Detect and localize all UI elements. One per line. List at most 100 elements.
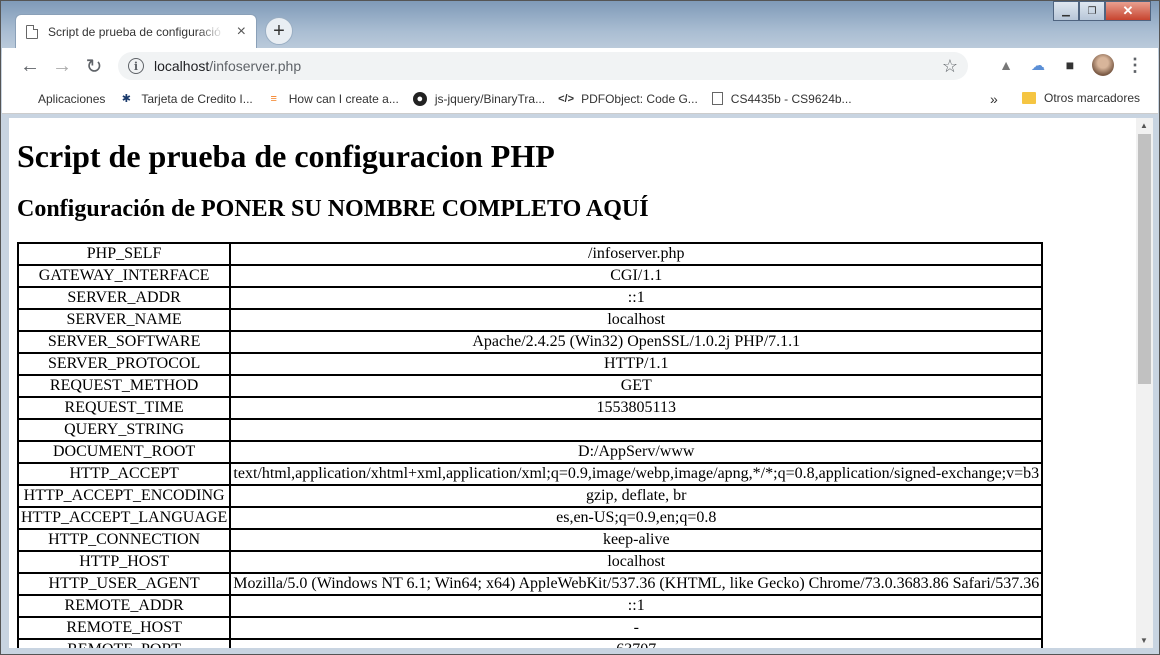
- stackoverflow-icon: ≡: [270, 92, 277, 105]
- bookmark-item-cs4435b[interactable]: CS4435b - CS9624b...: [711, 91, 852, 106]
- table-row: HTTP_ACCEPT_ENCODING gzip, deflate, br: [16, 484, 1044, 508]
- row-value: localhost: [229, 550, 1044, 574]
- table-row: REMOTE_ADDR::1: [16, 594, 1044, 618]
- row-value: text/html,application/xhtml+xml,applicat…: [229, 462, 1044, 486]
- row-value: gzip, deflate, br: [229, 484, 1044, 508]
- table-row: PHP_SELF/infoserver.php: [16, 242, 1044, 266]
- browser-window: Script de prueba de configuració × + ▁ ❐…: [0, 0, 1160, 655]
- vertical-scrollbar[interactable]: ▲ ▼: [1136, 118, 1153, 648]
- url-path: /infoserver.php: [209, 58, 302, 74]
- table-row: HTTP_HOST localhost: [16, 550, 1044, 574]
- table-row: REMOTE_HOST -: [16, 616, 1044, 640]
- bookmark-label: PDFObject: Code G...: [581, 91, 698, 106]
- lock-icon[interactable]: ■: [1060, 55, 1080, 75]
- reload-button[interactable]: ↻: [78, 50, 110, 82]
- scroll-down-icon[interactable]: ▼: [1140, 636, 1148, 645]
- bookmark-item-apps[interactable]: Aplicaciones: [16, 92, 105, 106]
- row-value: Apache/2.4.25 (Win32) OpenSSL/1.0.2j PHP…: [229, 330, 1044, 354]
- card-icon: ✱: [121, 93, 131, 105]
- bookmark-label: Aplicaciones: [38, 91, 106, 106]
- row-key: QUERY_STRING: [16, 418, 232, 442]
- title-bar: Script de prueba de configuració × + ▁ ❐…: [1, 1, 1159, 48]
- tab-title: Script de prueba de configuració: [48, 24, 221, 39]
- row-key: HTTP_USER_AGENT: [16, 572, 232, 596]
- table-row: SERVER_SOFTWARE Apache/2.4.25 (Win32) Ope…: [16, 330, 1044, 354]
- row-key: HTTP_CONNECTION: [16, 528, 232, 552]
- info-icon[interactable]: i: [128, 58, 144, 74]
- other-bookmarks-label: Otros marcadores: [1044, 91, 1141, 105]
- drive-icon[interactable]: ▲: [996, 55, 1016, 75]
- minimize-button[interactable]: ▁: [1053, 1, 1079, 21]
- row-value: CGI/1.1: [229, 264, 1044, 288]
- row-value: 1553805113: [229, 396, 1044, 420]
- row-value: -: [229, 616, 1044, 640]
- table-row: SERVER_NAME localhost: [16, 308, 1044, 332]
- scrollbar-thumb[interactable]: [1138, 134, 1151, 384]
- table-row: REQUEST_METHOD GET: [16, 374, 1044, 398]
- bookmarks-bar: Aplicaciones ✱ Tarjeta de Credito I... ≡…: [2, 84, 1158, 114]
- page-icon: [26, 24, 38, 39]
- table-row: HTTP_CONNECTION keep-alive: [16, 528, 1044, 552]
- row-key: HTTP_ACCEPT: [16, 462, 232, 486]
- page-title: Script de prueba de configuracion PHP: [17, 138, 555, 174]
- row-key: SERVER_SOFTWARE: [16, 330, 232, 354]
- folder-icon: [1022, 92, 1036, 104]
- row-value: [229, 418, 1044, 442]
- close-tab-icon[interactable]: ×: [237, 23, 246, 41]
- table-row: SERVER_ADDR::1: [16, 286, 1044, 310]
- table-row: QUERY_STRING: [16, 418, 1044, 442]
- address-bar[interactable]: i localhost/infoserver.php ☆: [118, 52, 968, 80]
- row-key: REQUEST_TIME: [16, 396, 232, 420]
- tab-active[interactable]: Script de prueba de configuració ×: [15, 14, 257, 48]
- bookmark-item-pdfobject[interactable]: </> PDFObject: Code G...: [558, 91, 698, 106]
- bookmark-item-stackoverflow[interactable]: ≡ How can I create a...: [267, 92, 399, 106]
- row-value: 63707: [229, 638, 1044, 648]
- bookmark-item-github[interactable]: ● js-jquery/BinaryTra...: [412, 91, 545, 106]
- row-key: REMOTE_HOST: [16, 616, 232, 640]
- bookmarks-overflow-button[interactable]: »: [990, 91, 998, 107]
- row-key: SERVER_ADDR: [16, 286, 232, 310]
- scroll-up-icon[interactable]: ▲: [1140, 121, 1148, 130]
- row-key: HTTP_HOST: [16, 550, 232, 574]
- url-host: localhost: [154, 58, 210, 74]
- bookmark-item-card[interactable]: ✱ Tarjeta de Credito I...: [119, 91, 253, 106]
- page-content: Script de prueba de configuracion PHP Co…: [9, 118, 1136, 648]
- page-subtitle: Configuración de PONER SU NOMBRE COMPLET…: [17, 196, 649, 222]
- cloud-icon[interactable]: ☁: [1028, 55, 1048, 75]
- row-value: localhost: [229, 308, 1044, 332]
- other-bookmarks[interactable]: Otros marcadores: [1022, 91, 1140, 105]
- back-button[interactable]: ←: [14, 50, 46, 82]
- row-value: /infoserver.php: [229, 242, 1044, 266]
- bookmark-label: Tarjeta de Credito I...: [141, 91, 253, 106]
- page-icon: [711, 92, 723, 105]
- browser-toolbar: ← → ↻ i localhost/infoserver.php ☆ ▲ ☁ ■…: [2, 48, 1158, 84]
- extension-icons: ▲ ☁ ■ ⋮: [996, 54, 1144, 76]
- maximize-button[interactable]: ❐: [1079, 1, 1105, 21]
- row-value: HTTP/1.1: [229, 352, 1044, 376]
- server-info-table: PHP_SELF/infoserver.php GATEWAY_INTERFACE…: [16, 242, 1044, 648]
- row-value: ::1: [229, 286, 1044, 310]
- window-controls: ▁ ❐ ✕: [1053, 1, 1151, 23]
- apps-grid-icon: [16, 92, 30, 106]
- bookmark-label: CS4435b - CS9624b...: [730, 91, 852, 106]
- close-window-button[interactable]: ✕: [1105, 1, 1151, 21]
- row-key: REMOTE_ADDR: [16, 594, 232, 618]
- menu-icon[interactable]: ⋮: [1126, 55, 1144, 76]
- table-row: REQUEST_TIME 1553805113: [16, 396, 1044, 420]
- table-row: GATEWAY_INTERFACE CGI/1.1: [16, 264, 1044, 288]
- row-key: GATEWAY_INTERFACE: [16, 264, 232, 288]
- row-key: HTTP_ACCEPT_LANGUAGE: [16, 506, 232, 530]
- url-text[interactable]: localhost/infoserver.php: [154, 58, 301, 74]
- bookmark-label: How can I create a...: [288, 91, 399, 106]
- row-value: es,en-US;q=0.9,en;q=0.8: [229, 506, 1044, 530]
- avatar[interactable]: [1092, 54, 1114, 76]
- table-row: SERVER_PROTOCOL HTTP/1.1: [16, 352, 1044, 376]
- row-value: Mozilla/5.0 (Windows NT 6.1; Win64; x64)…: [229, 572, 1044, 596]
- table-row: HTTP_ACCEPT_LANGUAGE es,en-US;q=0.9,en;q=…: [16, 506, 1044, 530]
- row-value: D:/AppServ/www: [229, 440, 1044, 464]
- row-value: GET: [229, 374, 1044, 398]
- new-tab-button[interactable]: +: [265, 17, 293, 45]
- forward-button[interactable]: →: [46, 50, 78, 82]
- row-key: PHP_SELF: [16, 242, 232, 266]
- bookmark-star-icon[interactable]: ☆: [942, 56, 958, 77]
